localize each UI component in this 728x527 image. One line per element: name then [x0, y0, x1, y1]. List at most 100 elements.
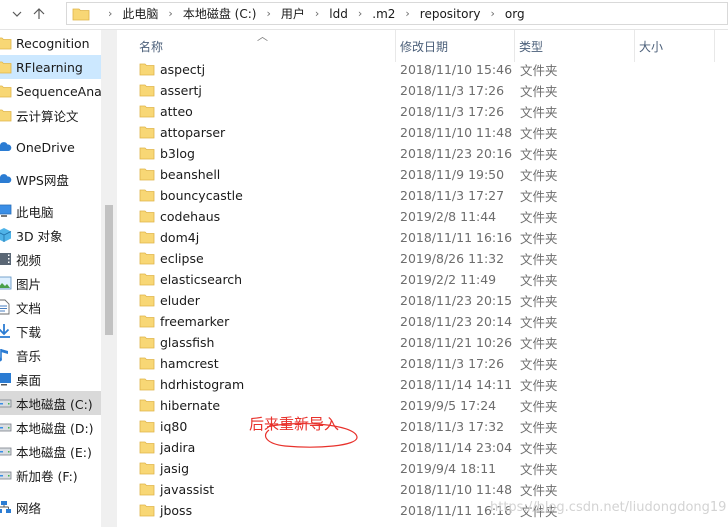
file-name: hamcrest [160, 356, 219, 371]
sidebar-item[interactable]: 本地磁盘 (C:) [0, 391, 101, 415]
file-row[interactable]: hibernate 2019/9/5 17:24 文件夹 [117, 395, 728, 416]
file-row[interactable]: atteo 2018/11/3 17:26 文件夹 [117, 101, 728, 122]
file-type: 文件夹 [520, 357, 558, 372]
breadcrumb-separator-icon[interactable]: › [405, 7, 409, 20]
desktop-icon [0, 371, 12, 387]
file-type: 文件夹 [520, 294, 558, 309]
breadcrumb-item[interactable]: 此电脑 [122, 5, 158, 22]
column-header-type[interactable]: 类型 [515, 30, 635, 62]
column-header-size-label: 大小 [639, 39, 664, 54]
file-row[interactable]: hdrhistogram 2018/11/14 14:11 文件夹 [117, 374, 728, 395]
file-name: jboss [160, 503, 193, 518]
sidebar-item[interactable]: 音乐 [0, 343, 101, 367]
drive-icon [0, 443, 12, 459]
sidebar-scroll-thumb[interactable] [105, 205, 113, 335]
sidebar-item-label: 本地磁盘 (C:) [16, 396, 93, 412]
breadcrumb-separator-icon[interactable]: › [168, 7, 172, 20]
sidebar-item[interactable]: 视频 [0, 247, 101, 271]
file-row[interactable]: javassist 2018/11/10 11:48 文件夹 [117, 479, 728, 500]
file-type: 文件夹 [520, 336, 558, 351]
file-row[interactable]: hamcrest 2018/11/3 17:26 文件夹 [117, 353, 728, 374]
file-modified: 2018/11/14 14:11 [400, 377, 513, 392]
sidebar-item[interactable]: 下载 [0, 319, 101, 343]
folder-icon [139, 419, 155, 433]
file-type: 文件夹 [520, 441, 558, 456]
file-modified: 2019/9/4 18:11 [400, 461, 497, 476]
breadcrumb-item[interactable]: repository [420, 7, 481, 21]
file-row[interactable]: iq80 2018/11/3 17:32 文件夹 [117, 416, 728, 437]
breadcrumb-separator-icon[interactable]: › [358, 7, 362, 20]
file-row[interactable]: codehaus 2019/2/8 11:44 文件夹 [117, 206, 728, 227]
file-name: javassist [160, 482, 215, 497]
file-row[interactable]: aspectj 2018/11/10 15:46 文件夹 [117, 59, 728, 80]
column-header-modified[interactable]: 修改日期 [395, 30, 515, 62]
breadcrumb-separator-icon[interactable]: › [266, 7, 270, 20]
column-header-size[interactable]: 大小 [635, 30, 715, 62]
sidebar-item-label: 云计算论文 [16, 108, 79, 124]
file-row[interactable]: assertj 2018/11/3 17:26 文件夹 [117, 80, 728, 101]
file-row[interactable]: eluder 2018/11/23 20:15 文件夹 [117, 290, 728, 311]
file-type: 文件夹 [520, 147, 558, 162]
breadcrumb-item[interactable]: org [505, 7, 525, 21]
sidebar-item[interactable]: Recognition [0, 31, 101, 55]
file-modified: 2018/11/14 23:04 [400, 440, 513, 455]
sidebar-item[interactable]: 桌面 [0, 367, 101, 391]
breadcrumb-separator-icon[interactable]: › [108, 7, 112, 20]
folder-icon [139, 440, 155, 454]
breadcrumb-item[interactable]: ldd [329, 7, 348, 21]
file-modified: 2018/11/3 17:26 [400, 104, 505, 119]
file-row[interactable]: dom4j 2018/11/11 16:16 文件夹 [117, 227, 728, 248]
breadcrumb-item[interactable]: .m2 [372, 7, 395, 21]
breadcrumb-item[interactable]: 用户 [281, 5, 305, 22]
sidebar-item[interactable]: 3D 对象 [0, 223, 101, 247]
file-modified: 2018/11/11 16:16 [400, 230, 513, 245]
file-name: codehaus [160, 209, 221, 224]
sidebar-item[interactable]: OneDrive [0, 135, 101, 159]
file-row[interactable]: freemarker 2018/11/23 20:14 文件夹 [117, 311, 728, 332]
sidebar-item[interactable]: 本地磁盘 (D:) [0, 415, 101, 439]
video-icon [0, 251, 12, 267]
file-name: atteo [160, 104, 193, 119]
chevron-down-icon[interactable] [9, 6, 25, 22]
file-row[interactable]: glassfish 2018/11/21 10:26 文件夹 [117, 332, 728, 353]
file-row[interactable]: b3log 2018/11/23 20:16 文件夹 [117, 143, 728, 164]
watermark: https://blog.csdn.net/liudongdong19 [490, 500, 727, 515]
file-modified: 2018/11/23 20:16 [400, 146, 513, 161]
up-arrow-icon[interactable] [31, 6, 47, 22]
sidebar-item[interactable]: 新加卷 (F:) [0, 463, 101, 487]
column-header-name[interactable]: 名称 [135, 30, 395, 62]
file-list-pane: ︿ 名称 修改日期 类型 大小 aspectj 2018/11/10 15:46 文… [117, 30, 728, 527]
file-row[interactable]: elasticsearch 2019/2/2 11:49 文件夹 [117, 269, 728, 290]
sidebar-item[interactable]: WPS网盘 [0, 167, 101, 191]
file-row[interactable]: beanshell 2018/11/9 19:50 文件夹 [117, 164, 728, 185]
file-type: 文件夹 [520, 252, 558, 267]
breadcrumb-item[interactable]: 本地磁盘 (C:) [183, 5, 257, 22]
picture-icon [0, 275, 12, 291]
sidebar-item[interactable]: 文档 [0, 295, 101, 319]
file-row[interactable]: jasig 2019/9/4 18:11 文件夹 [117, 458, 728, 479]
file-row[interactable]: eclipse 2019/8/26 11:32 文件夹 [117, 248, 728, 269]
file-type: 文件夹 [520, 315, 558, 330]
file-row[interactable]: jadira 2018/11/14 23:04 文件夹 [117, 437, 728, 458]
file-type: 文件夹 [520, 105, 558, 120]
breadcrumb-separator-icon[interactable]: › [490, 7, 494, 20]
sidebar-item[interactable]: SequenceAna [0, 79, 101, 103]
sidebar-item[interactable]: 网络 [0, 495, 101, 519]
music-icon [0, 347, 12, 363]
file-row[interactable]: bouncycastle 2018/11/3 17:27 文件夹 [117, 185, 728, 206]
sidebar-scrollbar[interactable] [101, 30, 117, 527]
sidebar-item[interactable]: 本地磁盘 (E:) [0, 439, 101, 463]
sidebar-item[interactable]: 图片 [0, 271, 101, 295]
file-name: jasig [160, 461, 190, 476]
address-bar[interactable]: › 此电脑 › 本地磁盘 (C:) › 用户 › ldd › .m2 › repository › org [66, 2, 728, 25]
sidebar-item[interactable]: 云计算论文 [0, 103, 101, 127]
breadcrumb-separator-icon[interactable]: › [315, 7, 319, 20]
folder-icon [139, 482, 155, 496]
sidebar-item[interactable]: RFlearning [0, 55, 101, 79]
folder-icon [139, 356, 155, 370]
file-type: 文件夹 [520, 210, 558, 225]
file-row[interactable]: attoparser 2018/11/10 11:48 文件夹 [117, 122, 728, 143]
file-name: eclipse [160, 251, 204, 266]
folder-icon [0, 107, 12, 123]
sidebar-item[interactable]: 此电脑 [0, 199, 101, 223]
